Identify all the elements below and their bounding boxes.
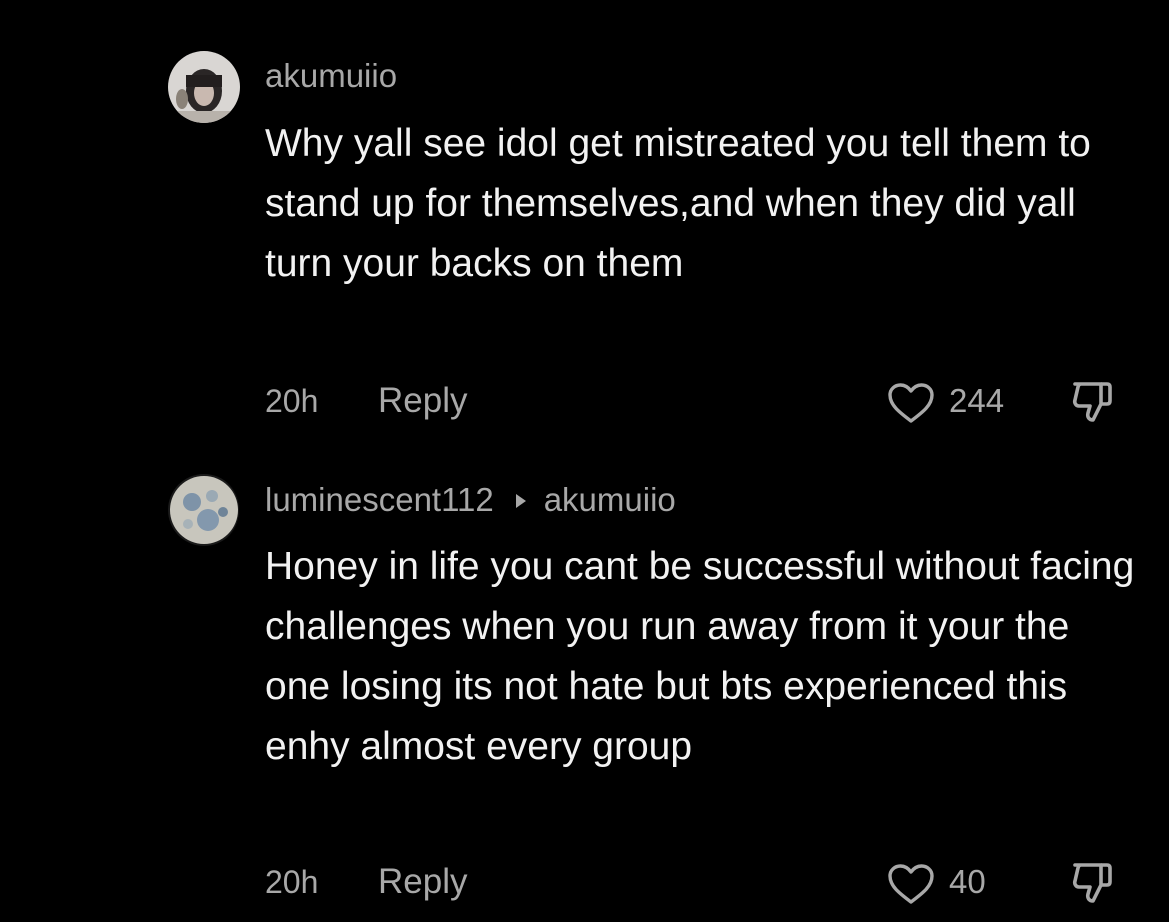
reply-button[interactable]: Reply [378,379,467,423]
avatar[interactable] [168,51,240,123]
heart-outline-icon [888,864,934,904]
comment-header: akumuiio [265,56,397,96]
username[interactable]: akumuiio [265,57,397,94]
replied-to-username[interactable]: akumuiio [544,481,676,518]
username[interactable]: luminescent112 [265,481,494,518]
profile-photo-moon-icon [168,474,240,546]
profile-photo-girl-icon [168,51,240,123]
like-count: 244 [949,382,1005,419]
comment-text: Why yall see idol get mistreated you tel… [265,122,1091,285]
comment-text: Honey in life you cant be successful wit… [265,545,1135,768]
heart-outline-icon [888,383,934,423]
comment-actions: 20h Reply 40 [265,860,1169,904]
comment-actions: 20h Reply 244 [265,379,1169,423]
reply-button[interactable]: Reply [378,860,467,904]
timestamp: 20h [265,383,319,419]
thumbs-down-outline-icon[interactable] [1067,376,1117,426]
thumbs-down-outline-icon[interactable] [1067,857,1117,907]
avatar[interactable] [168,474,240,546]
like-count: 40 [949,863,986,900]
reply-arrow-icon [515,494,526,508]
comment-header: luminescent112 akumuiio [265,480,676,520]
timestamp: 20h [265,864,319,900]
